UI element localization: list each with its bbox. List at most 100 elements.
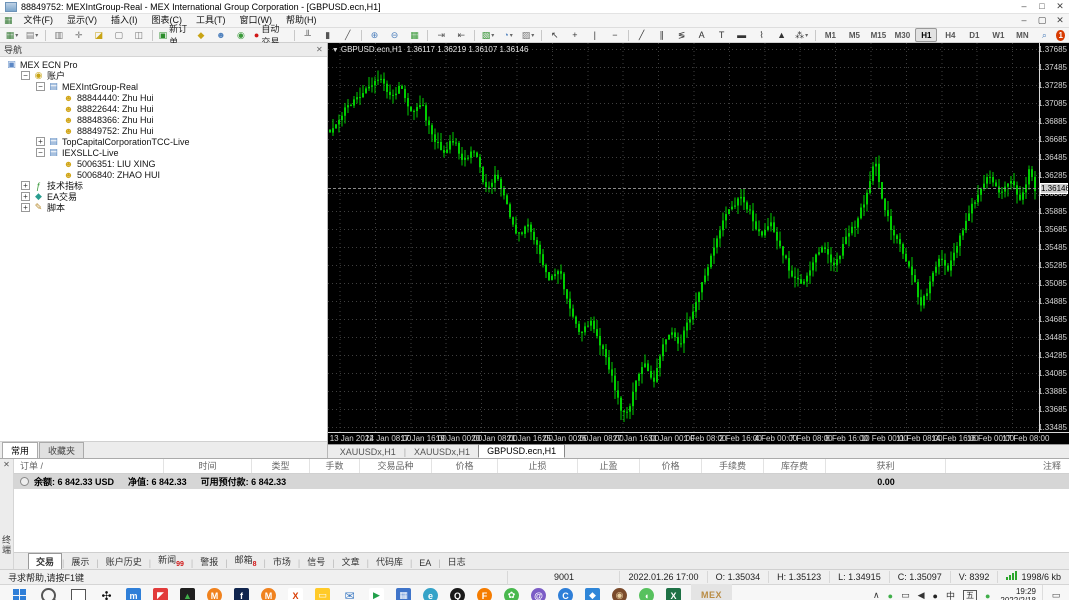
app-dark-f-icon[interactable]: f: [234, 588, 249, 600]
column-header[interactable]: 时间: [164, 459, 252, 473]
terminal-tab-文章[interactable]: 文章: [335, 554, 367, 569]
terminal-tab-交易[interactable]: 交易: [28, 553, 62, 569]
timeframe-d1-button[interactable]: D1: [963, 28, 985, 42]
nav-tree-item[interactable]: ☻88844440: Zhu Hui: [0, 92, 327, 103]
bar-chart-mode-button[interactable]: ╨: [299, 28, 317, 42]
column-header[interactable]: 订单 /: [14, 459, 164, 473]
zoom-out-button[interactable]: ⊖: [385, 28, 403, 42]
firefox-icon[interactable]: F: [477, 588, 492, 600]
depth-of-market-button[interactable]: ◆: [192, 28, 210, 42]
nav-tree-item[interactable]: ☻88849752: Zhu Hui: [0, 125, 327, 136]
collapse-icon[interactable]: −: [21, 71, 30, 80]
fibo-fan-tool-button[interactable]: ⌇: [753, 28, 771, 42]
app-purple-icon[interactable]: @: [531, 588, 546, 600]
file-explorer-icon[interactable]: ▭: [315, 588, 330, 600]
market-watch-button[interactable]: ▥: [50, 28, 68, 42]
column-header[interactable]: 手数: [310, 459, 360, 473]
timeframe-m5-button[interactable]: M5: [843, 28, 865, 42]
column-header[interactable]: 库存费: [764, 459, 826, 473]
collapse-icon[interactable]: −: [36, 148, 45, 157]
timeframe-m30-button[interactable]: M30: [891, 28, 913, 42]
hidden-icons-icon[interactable]: ∧: [873, 590, 880, 600]
terminal-tab-展示[interactable]: 展示: [64, 554, 96, 569]
child-restore-button[interactable]: ▢: [1033, 14, 1051, 27]
terminal-close-icon[interactable]: ✕: [3, 460, 10, 469]
timeframe-m1-button[interactable]: M1: [819, 28, 841, 42]
edge-icon[interactable]: e: [423, 588, 438, 600]
timeframe-w1-button[interactable]: W1: [987, 28, 1009, 42]
nav-tree-item[interactable]: ☻88848366: Zhu Hui: [0, 114, 327, 125]
close-button[interactable]: ✕: [1051, 0, 1069, 13]
nav-tree-item[interactable]: ☻88822644: Zhu Hui: [0, 103, 327, 114]
child-close-button[interactable]: ✕: [1051, 14, 1069, 27]
app-black-fan-icon[interactable]: ✣: [99, 588, 114, 600]
app-blue-arrow-icon[interactable]: C: [558, 588, 573, 600]
column-header[interactable]: 止损: [498, 459, 578, 473]
app-dark-green-icon[interactable]: ▲: [180, 588, 195, 600]
chart-tab[interactable]: XAUUSDx,H1: [332, 446, 404, 458]
menu-item[interactable]: 文件(F): [17, 14, 61, 27]
chart-tab[interactable]: XAUUSDx,H1: [406, 446, 478, 458]
indicators-button[interactable]: ▧▾: [479, 28, 497, 42]
column-header[interactable]: 获利: [826, 459, 946, 473]
trendline-tool-button[interactable]: ╱: [633, 28, 651, 42]
fibonacci-tool-button[interactable]: ≶: [673, 28, 691, 42]
nav-tree-item[interactable]: +✎脚本: [0, 202, 327, 213]
app-red-tile-icon[interactable]: ◤: [153, 588, 168, 600]
expand-icon[interactable]: +: [21, 203, 30, 212]
nav-tree-item[interactable]: −▤IEXSLLC-Live: [0, 147, 327, 158]
navigator-close-icon[interactable]: ✕: [316, 45, 323, 54]
expand-icon[interactable]: +: [21, 181, 30, 190]
calculator-icon[interactable]: ▦: [396, 588, 411, 600]
volume-tray-icon[interactable]: ◀: [918, 590, 925, 600]
app-orange-circle-1-icon[interactable]: M: [207, 588, 222, 600]
chart-plot[interactable]: ▼ GBPUSD.ecn,H1 1.36117 1.36219 1.36107 …: [328, 43, 1041, 432]
profiles-button[interactable]: ▤▾: [23, 28, 41, 42]
shapes-tool-button[interactable]: ▬: [733, 28, 751, 42]
menu-item[interactable]: 插入(I): [104, 14, 145, 27]
display-tray-icon[interactable]: ▭: [901, 590, 910, 600]
menu-item[interactable]: 显示(V): [60, 14, 104, 27]
ime-language-icon[interactable]: 中: [946, 589, 955, 600]
excel-icon[interactable]: X: [666, 588, 681, 600]
candlestick-mode-button[interactable]: ▮: [319, 28, 337, 42]
ime-mode-icon[interactable]: 五: [963, 590, 977, 600]
terminal-tab-市场[interactable]: 市场: [266, 554, 298, 569]
channel-tool-button[interactable]: ∥: [653, 28, 671, 42]
collapse-icon[interactable]: −: [36, 82, 45, 91]
antivirus-tray-icon[interactable]: ●: [888, 591, 893, 600]
movies-tv-icon[interactable]: ▶: [369, 588, 384, 600]
crosshair-tool-button[interactable]: +: [566, 28, 584, 42]
data-window-button[interactable]: ✛: [70, 28, 88, 42]
terminal-tab-代码库[interactable]: 代码库: [369, 554, 410, 569]
nav-tree-item[interactable]: ☻5006351: LIU XING: [0, 158, 327, 169]
chart-tab[interactable]: GBPUSD.ecn,H1: [478, 444, 565, 458]
expand-icon[interactable]: +: [21, 192, 30, 201]
search-icon[interactable]: [41, 588, 56, 600]
balance-row[interactable]: 余额: 6 842.33 USD 净值: 6 842.33 可用预付款: 6 8…: [14, 474, 1069, 489]
navigator-toggle-button[interactable]: ◪: [90, 28, 108, 42]
taskbar-clock[interactable]: 19:29 2022/2/18: [1000, 587, 1036, 600]
mql5-community-button[interactable]: ☻: [212, 28, 230, 42]
vertical-line-tool-button[interactable]: |: [586, 28, 604, 42]
expand-icon[interactable]: +: [36, 137, 45, 146]
line-chart-mode-button[interactable]: ╱: [339, 28, 357, 42]
help-headset-button[interactable]: ◉: [232, 28, 250, 42]
text-tool-button[interactable]: A: [693, 28, 711, 42]
wechat-mini-icon[interactable]: ◖: [639, 588, 654, 600]
timeframe-mn-button[interactable]: MN: [1011, 28, 1033, 42]
app-blue-m-icon[interactable]: m: [126, 588, 141, 600]
column-header[interactable]: 止盈: [578, 459, 640, 473]
taskbar-mex-app[interactable]: MEX: [691, 584, 732, 600]
autotrading-button[interactable]: ●自动交易: [252, 28, 290, 42]
navigator-tab[interactable]: 收藏夹: [39, 442, 84, 458]
price-axis[interactable]: 1.376851.374851.372851.370851.368851.366…: [1039, 43, 1069, 432]
terminal-tab-账户历史[interactable]: 账户历史: [99, 554, 149, 569]
timeframe-m15-button[interactable]: M15: [867, 28, 889, 42]
timeframe-h1-button[interactable]: H1: [915, 28, 937, 42]
mail-icon[interactable]: ✉: [342, 588, 357, 600]
terminal-tab-新闻[interactable]: 新闻99: [151, 552, 191, 569]
qq-icon[interactable]: Q: [450, 588, 465, 600]
minimize-button[interactable]: –: [1015, 0, 1033, 13]
column-header[interactable]: 类型: [252, 459, 310, 473]
